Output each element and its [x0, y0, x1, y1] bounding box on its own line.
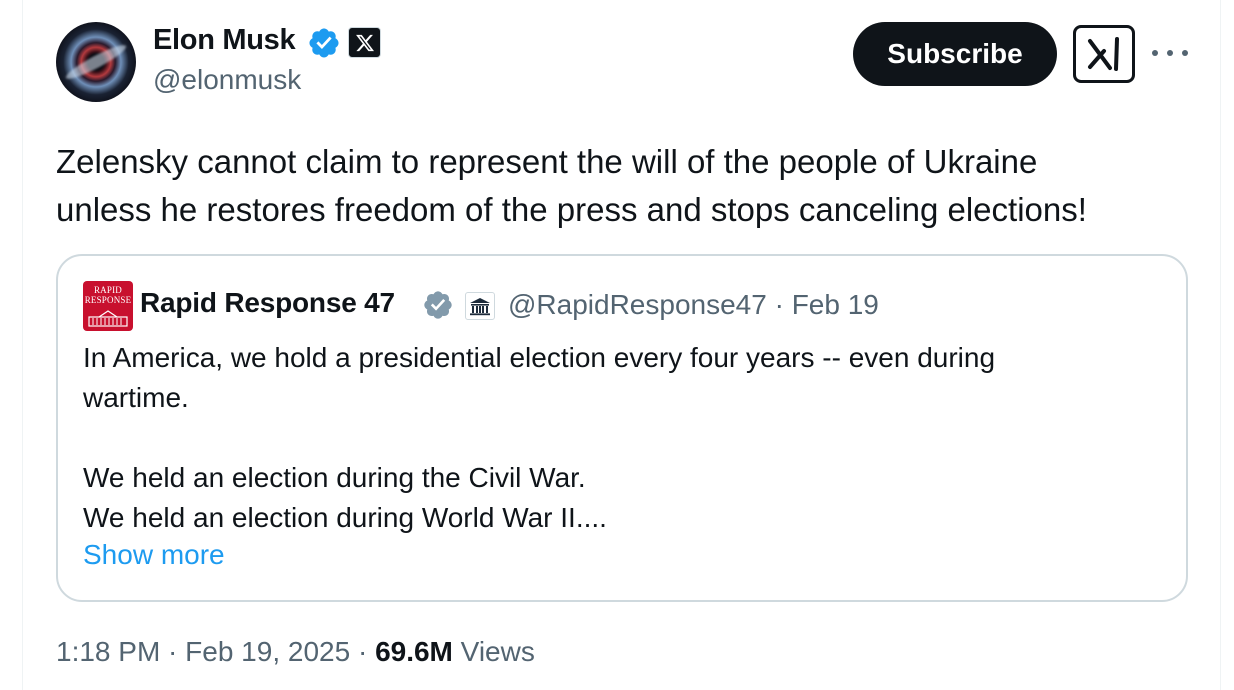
author-name[interactable]: Elon Musk — [153, 24, 296, 57]
verified-badge-icon[interactable] — [307, 26, 341, 60]
grok-icon[interactable] — [1073, 25, 1135, 83]
quoted-avatar[interactable]: RAPID RESPONSE — [83, 281, 133, 331]
views-count: 69.6M — [375, 636, 453, 667]
quoted-tweet-card[interactable]: RAPID RESPONSE Rapid Response 47 @RapidR… — [56, 254, 1188, 602]
quoted-handle-date[interactable]: @RapidResponse47 · Feb 19 — [508, 289, 879, 321]
quoted-author-name[interactable]: Rapid Response 47 — [140, 287, 395, 319]
quoted-text-line: We held an election during the Civil War… — [83, 462, 586, 493]
quoted-avatar-text: RESPONSE — [84, 295, 132, 305]
government-badge-icon — [465, 292, 495, 320]
tweet-text: Zelensky cannot claim to represent the w… — [56, 138, 1186, 234]
author-handle[interactable]: @elonmusk — [153, 64, 301, 96]
tweet-text-line: Zelensky cannot claim to represent the w… — [56, 143, 1038, 180]
quoted-avatar-text: RAPID — [93, 285, 122, 295]
quoted-text-line: wartime. — [83, 382, 189, 413]
quoted-text-line: In America, we hold a presidential elect… — [83, 342, 996, 373]
timestamp[interactable]: 1:18 PM · Feb 19, 2025 · — [56, 636, 375, 667]
building-icon — [88, 310, 128, 327]
views-label: Views — [452, 636, 535, 667]
quoted-text-line — [83, 418, 1143, 458]
author-avatar[interactable] — [56, 22, 136, 102]
show-more-link[interactable]: Show more — [83, 539, 225, 571]
tweet-text-line: unless he restores freedom of the press … — [56, 191, 1087, 228]
tweet-meta: 1:18 PM · Feb 19, 2025 · 69.6M Views — [56, 636, 535, 668]
subscribe-button[interactable]: Subscribe — [853, 22, 1057, 86]
x-logo-icon — [348, 27, 381, 58]
quoted-text-line: We held an election during World War II.… — [83, 502, 607, 533]
gray-verified-badge-icon — [424, 291, 452, 319]
more-icon[interactable] — [1152, 46, 1188, 60]
quoted-tweet-text: In America, we hold a presidential elect… — [83, 338, 1143, 538]
